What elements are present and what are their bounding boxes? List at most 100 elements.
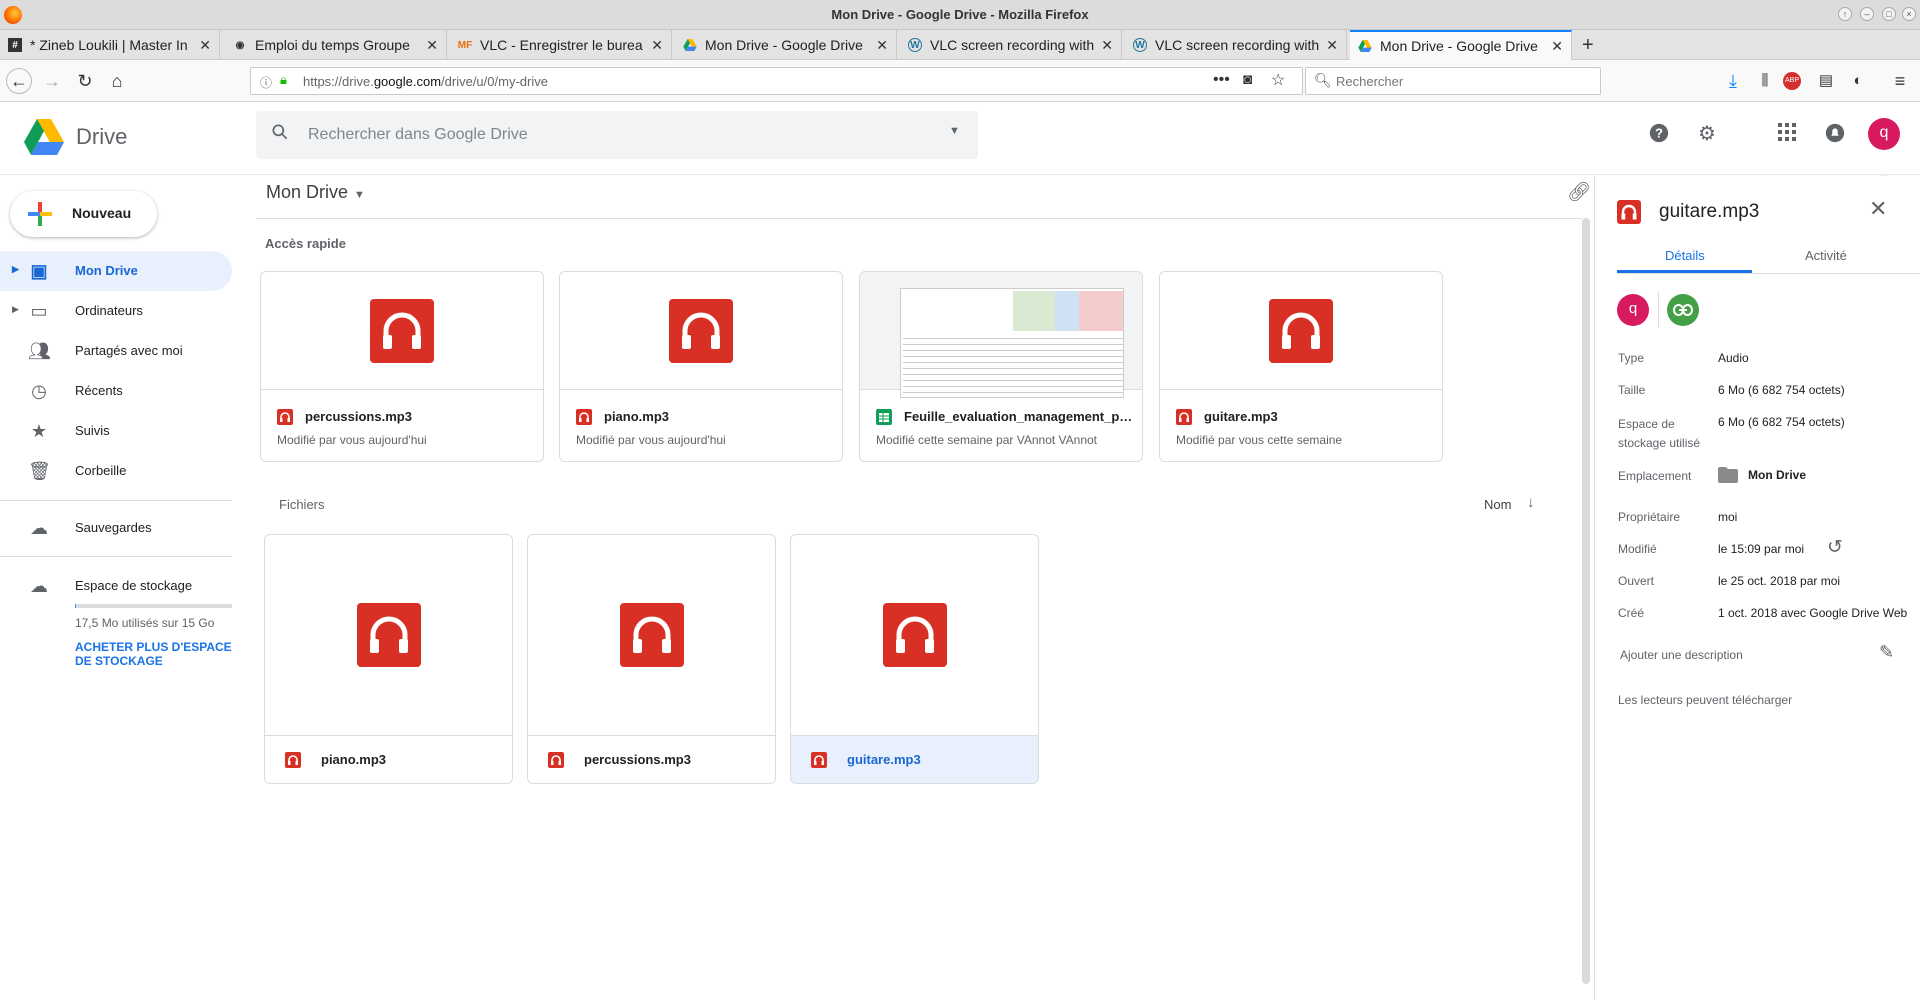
browser-tab[interactable]: # * Zineb Loukili | Master In ✕ bbox=[0, 30, 220, 60]
link-icon bbox=[1673, 304, 1693, 316]
detail-value: Mon Drive bbox=[1748, 468, 1807, 482]
home-icon[interactable]: ⌂ bbox=[104, 68, 130, 94]
detail-location[interactable]: Mon Drive bbox=[1718, 467, 1806, 483]
expand-arrow-icon[interactable]: ▶ bbox=[12, 264, 19, 275]
sidebar-item-shared[interactable]: 👥︎ Partagés avec moi bbox=[0, 331, 232, 371]
breadcrumb[interactable]: Mon Drive ▼ bbox=[266, 182, 365, 203]
headphones-icon bbox=[669, 299, 733, 363]
close-tab-icon[interactable]: ✕ bbox=[199, 37, 211, 54]
file-card-footer: percussions.mp3 bbox=[528, 735, 775, 783]
new-button[interactable]: Nouveau bbox=[10, 191, 157, 237]
file-name: percussions.mp3 bbox=[305, 409, 412, 424]
sidebar-item-trash[interactable]: 🗑︎ Corbeille bbox=[0, 451, 232, 491]
close-tab-icon[interactable]: ✕ bbox=[1326, 37, 1338, 54]
window-maximize-icon[interactable]: □ bbox=[1882, 7, 1896, 21]
help-icon[interactable]: ? bbox=[1647, 122, 1671, 146]
file-card[interactable]: percussions.mp3 bbox=[527, 534, 776, 784]
browser-tab-active[interactable]: Mon Drive - Google Drive ✕ bbox=[1350, 30, 1572, 60]
google-drive-logo-icon[interactable] bbox=[24, 119, 64, 155]
sidebar-item-starred[interactable]: ★ Suivis bbox=[0, 411, 232, 451]
search-options-icon[interactable]: ▼ bbox=[949, 125, 960, 137]
tab-bar: # * Zineb Loukili | Master In ✕ ◉ Emploi… bbox=[0, 30, 1920, 60]
bookmark-star-icon[interactable]: ☆ bbox=[1271, 70, 1285, 90]
headphones-icon bbox=[883, 603, 947, 667]
sidebar-item-my-drive[interactable]: ▶ ▣ Mon Drive bbox=[0, 251, 232, 291]
search-icon[interactable] bbox=[270, 122, 290, 148]
window-close-icon[interactable]: × bbox=[1902, 7, 1916, 21]
window-titlebar: Mon Drive - Google Drive - Mozilla Firef… bbox=[0, 0, 1920, 30]
tab-details[interactable]: Détails bbox=[1665, 248, 1705, 263]
settings-gear-icon[interactable]: ⚙ bbox=[1695, 122, 1719, 146]
file-name: guitare.mp3 bbox=[1204, 409, 1278, 424]
sheet-preview bbox=[900, 288, 1124, 398]
new-tab-icon[interactable]: + bbox=[1582, 34, 1594, 57]
audio-file-icon bbox=[576, 409, 592, 425]
quick-access-card[interactable]: guitare.mp3 Modifié par vous cette semai… bbox=[1159, 271, 1443, 462]
sidebar-item-label: Mon Drive bbox=[75, 263, 138, 278]
close-tab-icon[interactable]: ✕ bbox=[876, 37, 888, 54]
apps-grid-icon[interactable] bbox=[1775, 122, 1799, 146]
sort-direction-arrow-icon[interactable]: ↓ bbox=[1527, 494, 1535, 511]
add-description-field[interactable]: Ajouter une description bbox=[1620, 648, 1743, 662]
browser-tab[interactable]: W VLC screen recording with ✕ bbox=[900, 30, 1122, 60]
browser-tab[interactable]: MF VLC - Enregistrer le burea ✕ bbox=[450, 30, 672, 60]
extension-icon[interactable]: ◐ bbox=[1845, 68, 1871, 94]
quick-access-card[interactable]: Feuille_evaluation_management_proj... Mo… bbox=[859, 271, 1143, 462]
library-icon[interactable]: ⫼ bbox=[1752, 68, 1778, 94]
close-tab-icon[interactable]: ✕ bbox=[1551, 38, 1563, 55]
file-card-selected[interactable]: guitare.mp3 bbox=[790, 534, 1039, 784]
file-modified: Modifié cette semaine par VAnnot VAnnot bbox=[876, 433, 1098, 447]
headphones-icon bbox=[357, 603, 421, 667]
downloads-icon[interactable]: ⤓ bbox=[1720, 68, 1746, 94]
account-avatar[interactable]: q bbox=[1868, 118, 1900, 150]
close-tab-icon[interactable]: ✕ bbox=[1101, 37, 1113, 54]
window-minimize-icon[interactable]: – bbox=[1860, 7, 1874, 21]
sidebar-item-backups[interactable]: ☁ Sauvegardes bbox=[0, 508, 232, 548]
quick-access-card[interactable]: percussions.mp3 Modifié par vous aujourd… bbox=[260, 271, 544, 462]
buy-storage-link[interactable]: ACHETER PLUS D'ESPACE DE STOCKAGE bbox=[75, 640, 235, 668]
info-icon[interactable]: ⓘ bbox=[260, 74, 272, 91]
browser-tab[interactable]: Mon Drive - Google Drive ✕ bbox=[675, 30, 897, 60]
browser-tab[interactable]: ◉ Emploi du temps Groupe ✕ bbox=[225, 30, 447, 60]
file-card[interactable]: piano.mp3 bbox=[264, 534, 513, 784]
top-divider bbox=[0, 174, 1920, 175]
close-icon[interactable]: ✕ bbox=[1869, 196, 1887, 222]
close-tab-icon[interactable]: ✕ bbox=[651, 37, 663, 54]
browser-search-bar[interactable]: 🔍︎ Rechercher bbox=[1305, 67, 1601, 95]
sidebar-item-recent[interactable]: ◷ Récents bbox=[0, 371, 232, 411]
file-name: guitare.mp3 bbox=[847, 752, 921, 767]
window-up-icon[interactable]: ↑ bbox=[1838, 7, 1852, 21]
sidebar-item-storage[interactable]: ☁︎ Espace de stockage bbox=[0, 566, 232, 606]
version-history-icon[interactable]: ↺ bbox=[1827, 536, 1843, 559]
page-actions-icon[interactable]: ••• bbox=[1213, 71, 1230, 89]
main-scrollbar[interactable] bbox=[1582, 218, 1590, 984]
edit-pencil-icon[interactable]: ✎ bbox=[1879, 642, 1894, 663]
sidebar-item-computers[interactable]: ▶ ▭ Ordinateurs bbox=[0, 291, 232, 331]
menu-icon[interactable]: ≡ bbox=[1887, 68, 1913, 94]
url-bar[interactable]: ⓘ 🔒︎ https://drive.google.com/drive/u/0/… bbox=[250, 67, 1303, 95]
headphones-icon bbox=[370, 299, 434, 363]
headphones-icon bbox=[1269, 299, 1333, 363]
sort-by-name[interactable]: Nom bbox=[1484, 497, 1511, 512]
drive-logo-text[interactable]: Drive bbox=[76, 124, 127, 150]
owner-avatar[interactable]: q bbox=[1617, 294, 1649, 326]
reload-icon[interactable]: ↻ bbox=[72, 68, 98, 94]
pocket-icon[interactable]: ◙ bbox=[1243, 71, 1252, 88]
close-tab-icon[interactable]: ✕ bbox=[426, 37, 438, 54]
drive-search-input[interactable]: Rechercher dans Google Drive ▼ bbox=[256, 111, 978, 159]
get-link-icon[interactable]: 🔗︎ bbox=[1567, 181, 1591, 205]
browser-tab[interactable]: W VLC screen recording with ✕ bbox=[1125, 30, 1347, 60]
tab-activity[interactable]: Activité bbox=[1805, 248, 1847, 263]
adblock-icon[interactable]: ABP bbox=[1783, 72, 1801, 90]
notifications-icon[interactable] bbox=[1823, 122, 1847, 146]
chevron-down-icon: ▼ bbox=[354, 189, 365, 201]
back-icon[interactable]: ← bbox=[6, 68, 32, 94]
link-sharing-button[interactable] bbox=[1667, 294, 1699, 326]
files-title: Fichiers bbox=[279, 497, 325, 512]
forward-icon[interactable]: → bbox=[39, 68, 65, 94]
expand-arrow-icon[interactable]: ▶ bbox=[12, 304, 19, 315]
quick-access-card[interactable]: piano.mp3 Modifié par vous aujourd'hui bbox=[559, 271, 843, 462]
clock-icon: ◷ bbox=[31, 381, 47, 401]
sidebar-icon[interactable]: ▤ bbox=[1813, 68, 1839, 94]
wordpress-icon: W bbox=[1133, 38, 1147, 52]
